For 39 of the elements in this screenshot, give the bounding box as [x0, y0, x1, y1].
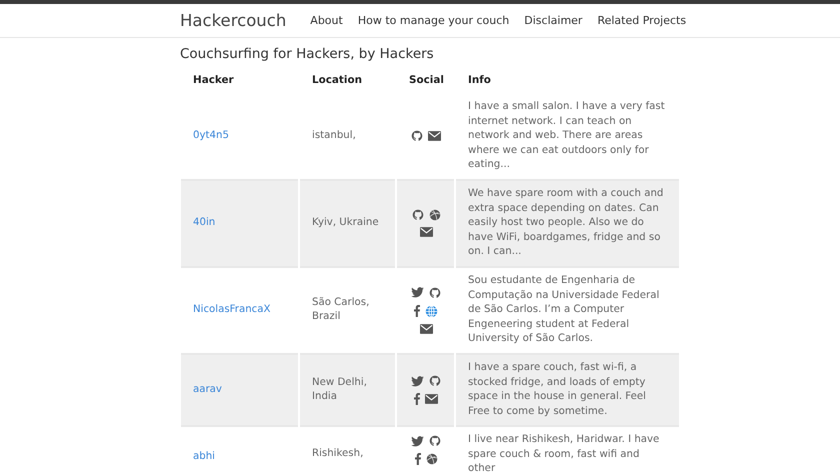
facebook-icon[interactable] [414, 453, 420, 466]
nav-link[interactable]: How to manage your couch [358, 14, 510, 27]
facebook-icon[interactable] [414, 305, 420, 318]
facebook-icon[interactable] [414, 393, 420, 406]
hacker-link[interactable]: abhi [193, 451, 215, 462]
mail-icon[interactable] [425, 394, 438, 404]
hacker-link[interactable]: NicolasFrancaX [193, 304, 270, 316]
mail-icon[interactable] [420, 227, 432, 238]
github-icon[interactable] [412, 209, 424, 222]
twitter-icon[interactable] [411, 376, 424, 387]
nav-link[interactable]: Related Projects [597, 14, 686, 27]
column-header: Hacker [192, 73, 235, 88]
ball-icon[interactable] [426, 453, 438, 466]
globe-icon[interactable] [425, 304, 438, 318]
brand-link[interactable]: Hackercouch [180, 11, 286, 30]
github-icon[interactable] [429, 375, 441, 388]
ball-icon[interactable] [428, 209, 440, 222]
column-header: Social [408, 73, 445, 88]
column-header: Location [311, 73, 363, 88]
twitter-icon[interactable] [411, 436, 424, 447]
table-cell: New Delhi, India [300, 352, 395, 426]
table-cell: Rishikesh, [300, 425, 395, 472]
table-cell-text: I have a small salon. I have a very fast internet network. I can teach on network and web. There are areas where we can eat outdoors only for eating... [467, 100, 666, 172]
twitter-icon[interactable] [411, 287, 424, 298]
github-icon[interactable] [429, 286, 441, 299]
table-cell: We have spare room with a couch and extra space depending on dates. Can easily host two people. Also we do have WiFi, boardgames, fridge and so on. I can... [456, 178, 679, 266]
table-cell-text: istanbul, [311, 129, 357, 144]
github-icon[interactable] [411, 130, 423, 142]
mail-icon[interactable] [420, 324, 432, 334]
table-cell: I have a spare couch, fast wi-fi, a stocked fridge, and loads of empty space in the house in general. Feel Free to come by sometime. [456, 352, 679, 426]
table-cell: I live near Rishikesh, Haridwar. I have spare couch & room, fast wifi and other [456, 425, 679, 472]
table-cell: Kyiv, Ukraine [300, 178, 395, 266]
nav-link[interactable]: Disclaimer [524, 14, 582, 27]
column-header: Info [467, 73, 492, 88]
page-heading: Couchsurfing for Hackers, by Hackers [180, 46, 435, 62]
github-icon[interactable] [429, 435, 441, 448]
nav-link[interactable]: About [310, 14, 343, 27]
hacker-link[interactable]: 0yt4n5 [193, 130, 229, 142]
mail-icon[interactable] [428, 131, 441, 142]
